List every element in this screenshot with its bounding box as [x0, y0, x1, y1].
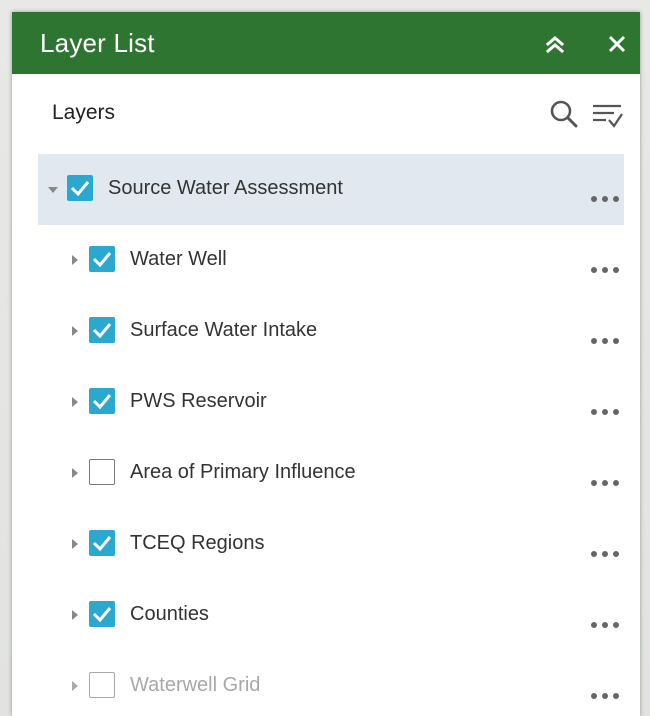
layer-label: Surface Water Intake [130, 319, 318, 341]
more-options-icon[interactable] [589, 691, 621, 701]
layers-label: Layers [52, 101, 116, 124]
layer-checkbox[interactable] [89, 317, 115, 343]
caret-right-icon[interactable] [69, 254, 81, 266]
layer-checkbox[interactable] [89, 388, 115, 414]
layer-list-panel: Layer List Layers Source Water Assessmen… [12, 12, 640, 716]
more-options-icon[interactable] [589, 549, 621, 559]
layers-toolbar: Layers [12, 74, 640, 154]
caret-down-icon[interactable] [47, 184, 59, 196]
layer-label: PWS Reservoir [130, 390, 267, 412]
layer-label: TCEQ Regions [130, 532, 265, 554]
caret-right-icon[interactable] [69, 325, 81, 337]
layer-row-tceq-regions[interactable]: TCEQ Regions [38, 509, 624, 580]
checkmark-icon [92, 394, 112, 410]
caret-right-icon[interactable] [69, 538, 81, 550]
layer-checkbox[interactable] [67, 175, 93, 201]
more-options-icon[interactable] [589, 407, 621, 417]
layer-label: Water Well [130, 248, 227, 270]
layer-row-counties[interactable]: Counties [38, 580, 624, 651]
filter-button[interactable] [590, 98, 624, 130]
layer-row-area-of-primary-influence[interactable]: Area of Primary Influence [38, 438, 624, 509]
layer-checkbox[interactable] [89, 459, 115, 485]
layer-row-waterwell-grid[interactable]: Waterwell Grid [38, 651, 624, 716]
more-options-icon[interactable] [589, 336, 621, 346]
close-button[interactable] [602, 29, 632, 59]
caret-right-icon[interactable] [69, 680, 81, 692]
double-chevron-up-icon [545, 36, 565, 54]
layer-label: Counties [130, 603, 209, 625]
layer-label: Waterwell Grid [130, 674, 261, 696]
layer-checkbox[interactable] [89, 246, 115, 272]
more-options-icon[interactable] [589, 194, 621, 204]
layer-label: Area of Primary Influence [130, 461, 356, 483]
close-icon [608, 35, 626, 53]
more-options-icon[interactable] [589, 478, 621, 488]
filter-list-icon [593, 104, 623, 128]
layer-row-water-well[interactable]: Water Well [38, 225, 624, 296]
checkmark-icon [92, 607, 112, 623]
layer-row-surface-water-intake[interactable]: Surface Water Intake [38, 296, 624, 367]
layer-row-source-water-assessment[interactable]: Source Water Assessment [38, 154, 624, 225]
layer-checkbox[interactable] [89, 672, 115, 698]
collapse-button[interactable] [540, 29, 570, 59]
more-options-icon[interactable] [589, 620, 621, 630]
checkmark-icon [92, 252, 112, 268]
layer-label: Source Water Assessment [108, 177, 343, 199]
checkmark-icon [92, 323, 112, 339]
panel-header: Layer List [12, 12, 640, 74]
layer-row-pws-reservoir[interactable]: PWS Reservoir [38, 367, 624, 438]
search-icon [550, 100, 578, 128]
caret-right-icon[interactable] [69, 467, 81, 479]
more-options-icon[interactable] [589, 265, 621, 275]
panel-content: Layers [12, 74, 640, 154]
caret-right-icon[interactable] [69, 609, 81, 621]
checkmark-icon [70, 181, 90, 197]
layer-checkbox[interactable] [89, 601, 115, 627]
caret-right-icon[interactable] [69, 396, 81, 408]
checkmark-icon [92, 536, 112, 552]
search-button[interactable] [548, 98, 580, 130]
layer-checkbox[interactable] [89, 530, 115, 556]
panel-title: Layer List [40, 27, 155, 58]
layer-tree: Source Water Assessment Water Well Surfa… [38, 154, 624, 716]
